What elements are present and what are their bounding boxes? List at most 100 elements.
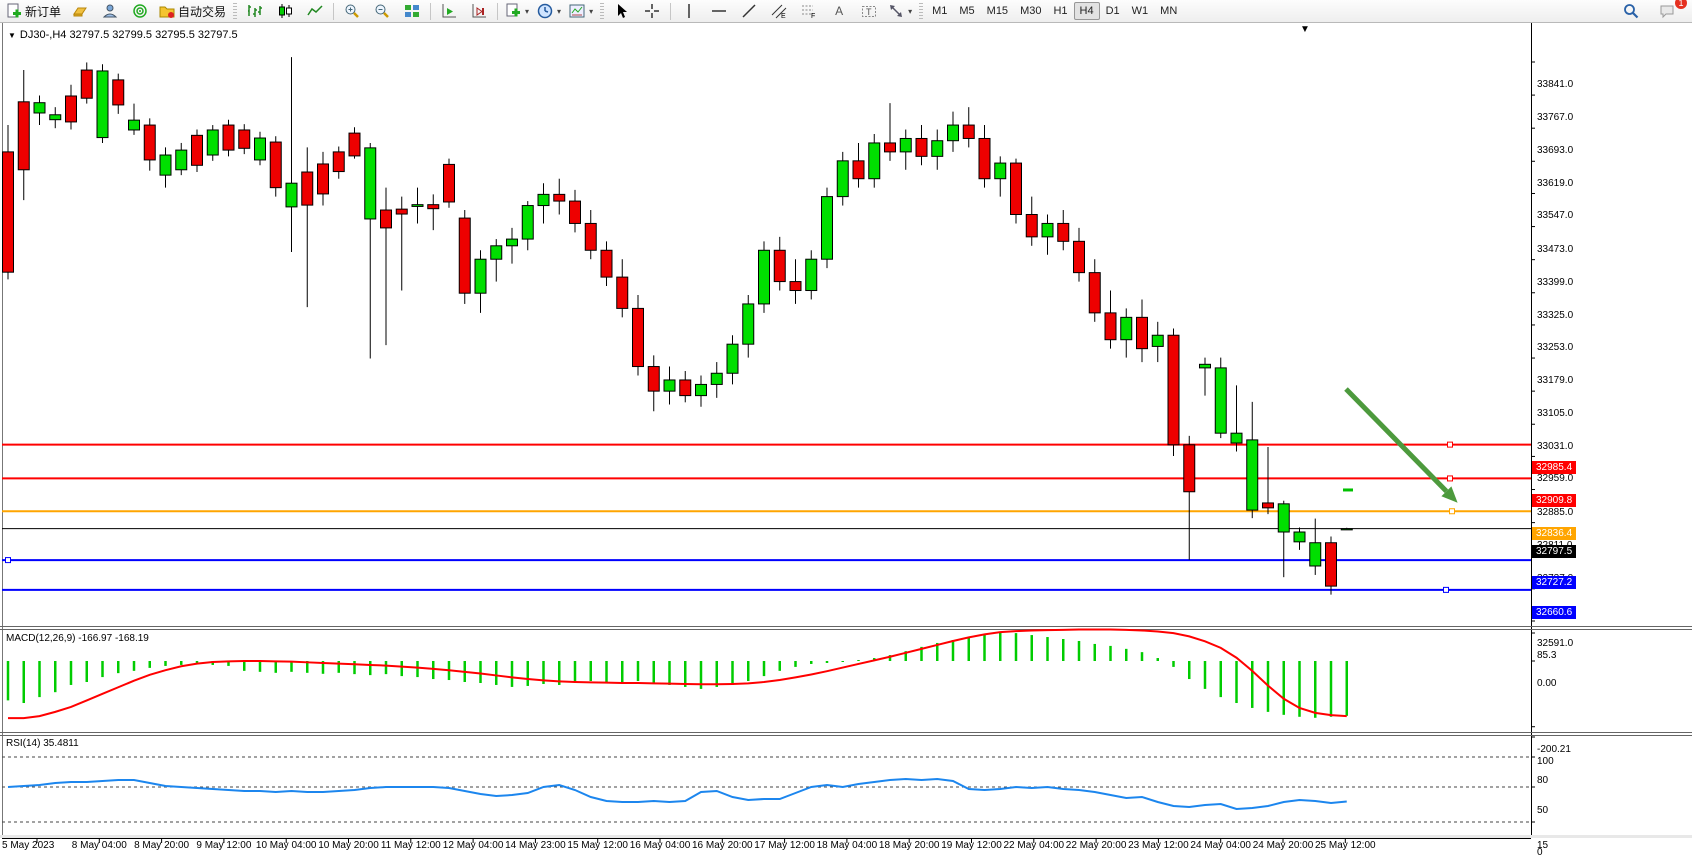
tile-windows-button[interactable]	[397, 0, 427, 22]
new-order-button[interactable]: 新订单	[2, 0, 65, 22]
date-label: 14 May 23:00	[505, 840, 566, 851]
svg-text:E: E	[781, 13, 786, 19]
zoom-out-button[interactable]	[367, 0, 397, 22]
candle	[475, 259, 486, 293]
radar-icon	[132, 3, 148, 19]
timeframe-button-m30[interactable]: M30	[1014, 2, 1047, 20]
line-chart-button[interactable]	[300, 0, 330, 22]
timeframe-button-m5[interactable]: M5	[953, 2, 980, 20]
new-order-icon	[6, 3, 22, 19]
arrows-dropdown[interactable]: ▾	[884, 0, 916, 22]
candle	[1121, 317, 1132, 339]
collapse-icon: ▼	[8, 31, 16, 40]
gold-bar-button[interactable]	[65, 0, 95, 22]
candle	[192, 135, 203, 165]
chart-play-button[interactable]	[434, 0, 464, 22]
fibonacci-tool-button[interactable]: F	[794, 0, 824, 22]
price-axis-label: 33399.0	[1537, 277, 1573, 288]
date-label: 24 May 20:00	[1253, 840, 1314, 851]
candle	[1137, 317, 1148, 348]
candle	[837, 161, 848, 197]
candlestick-chart-button[interactable]	[270, 0, 300, 22]
timeframe-button-m15[interactable]: M15	[981, 2, 1014, 20]
chevron-down-icon: ▾	[525, 7, 529, 16]
date-label: 18 May 04:00	[817, 840, 878, 851]
hline-handle[interactable]	[1450, 509, 1455, 514]
price-tag: 32797.5	[1532, 545, 1576, 558]
price-axis-label: 32959.0	[1537, 473, 1573, 484]
candle	[1074, 241, 1085, 272]
template-icon	[569, 3, 585, 19]
timeframe-button-m1[interactable]: M1	[926, 2, 953, 20]
candle	[1058, 223, 1069, 241]
person-chart-icon	[102, 3, 118, 19]
timeframe-button-d1[interactable]: D1	[1100, 2, 1126, 20]
candle	[144, 125, 155, 160]
auto-trading-button[interactable]: 自动交易	[155, 0, 230, 22]
candle	[601, 250, 612, 277]
zoom-in-button[interactable]	[337, 0, 367, 22]
candle	[522, 206, 533, 240]
search-icon	[1623, 3, 1639, 19]
candle	[349, 133, 360, 156]
candle	[1341, 529, 1352, 530]
line-chart-icon	[307, 3, 323, 19]
crosshair-button[interactable]	[637, 0, 667, 22]
hline-handle[interactable]	[6, 558, 11, 563]
trendline-tool-button[interactable]	[734, 0, 764, 22]
template-dropdown[interactable]: ▾	[565, 0, 597, 22]
bar-chart-button[interactable]	[240, 0, 270, 22]
toolbar-separator	[430, 3, 431, 20]
cursor-button[interactable]	[607, 0, 637, 22]
chart-canvas[interactable]	[0, 23, 1692, 861]
timeframe-button-h1[interactable]: H1	[1047, 2, 1073, 20]
candle	[1011, 163, 1022, 214]
chart-step-button[interactable]	[464, 0, 494, 22]
date-label: 8 May 04:00	[72, 840, 127, 851]
date-label: 23 May 12:00	[1128, 840, 1189, 851]
candlestick-chart-icon	[277, 3, 293, 19]
price-axis-label: 33031.0	[1537, 441, 1573, 452]
chart-shift-marker[interactable]: ▼	[1300, 24, 1310, 35]
text-tool-button[interactable]: A	[824, 0, 854, 22]
vline-tool-button[interactable]	[674, 0, 704, 22]
candle	[1326, 543, 1337, 586]
clock-icon	[537, 3, 553, 19]
chart-play-icon	[441, 3, 457, 19]
svg-text:F: F	[811, 13, 815, 19]
mt4-window: 新订单 自动交易	[0, 0, 1692, 861]
timeframe-button-h4[interactable]: H4	[1074, 2, 1100, 20]
fibonacci-icon: F	[801, 3, 817, 19]
timeframe-group: M1M5M15M30H1H4D1W1MN	[926, 2, 1183, 20]
radar-button[interactable]	[125, 0, 155, 22]
label-tool-button[interactable]: T	[854, 0, 884, 22]
chart-title: ▼DJ30-,H4 32797.5 32799.5 32795.5 32797.…	[8, 29, 238, 41]
date-label: 12 May 04:00	[443, 840, 504, 851]
hline-tool-button[interactable]	[704, 0, 734, 22]
period-dropdown[interactable]: ▾	[533, 0, 565, 22]
hline-handle[interactable]	[1448, 476, 1453, 481]
candle	[554, 194, 565, 201]
hline-handle[interactable]	[1444, 587, 1449, 592]
candle	[633, 308, 644, 366]
candle	[648, 367, 659, 392]
timeframe-button-w1[interactable]: W1	[1126, 2, 1155, 20]
candle	[286, 183, 297, 207]
date-label: 24 May 04:00	[1190, 840, 1251, 851]
chevron-down-icon: ▾	[589, 7, 593, 16]
candle	[255, 138, 266, 160]
candle	[113, 80, 124, 105]
price-axis-label: 33619.0	[1537, 178, 1573, 189]
new-chart-dropdown[interactable]: ▾	[501, 0, 533, 22]
channel-tool-button[interactable]: E	[764, 0, 794, 22]
timeframe-button-mn[interactable]: MN	[1154, 2, 1183, 20]
hline-handle[interactable]	[1448, 442, 1453, 447]
search-button[interactable]	[1616, 0, 1646, 22]
candle	[885, 143, 896, 152]
candle	[1089, 273, 1100, 313]
candle	[176, 150, 187, 170]
person-chart-button[interactable]	[95, 0, 125, 22]
macd-axis-label: -200.21	[1537, 744, 1571, 755]
price-axis-label: 32885.0	[1537, 507, 1573, 518]
notifications-button[interactable]: 1	[1652, 0, 1682, 22]
